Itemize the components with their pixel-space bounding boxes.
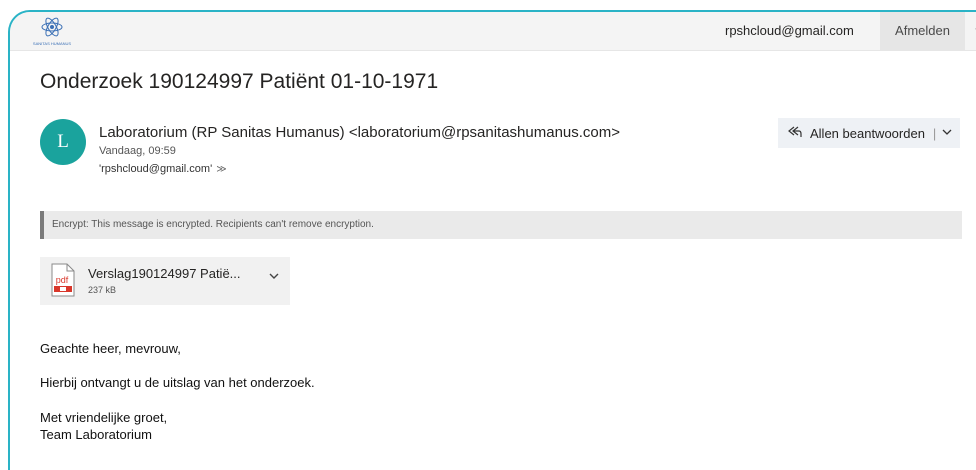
encryption-notice: Encrypt: This message is encrypted. Reci… (40, 211, 962, 239)
sender-avatar: L (40, 119, 86, 165)
body-line: Hierbij ontvangt u de uitslag van het on… (40, 375, 315, 390)
expand-recipients-icon[interactable]: ≫ (216, 164, 226, 175)
recipient-address[interactable]: 'rpshcloud@gmail.com' (99, 163, 212, 175)
chevron-down-icon[interactable] (942, 127, 952, 140)
button-separator: | (932, 125, 937, 141)
body-closing: Met vriendelijke groet, (40, 410, 168, 425)
svg-text:SANITAS HUMANUS: SANITAS HUMANUS (33, 41, 71, 46)
account-email: rpshcloud@gmail.com (725, 23, 854, 38)
message-subject: Onderzoek 190124997 Patiënt 01-10-1971 (40, 70, 439, 93)
chevron-down-icon[interactable] (268, 270, 280, 285)
top-bar: SANITAS HUMANUS rpshcloud@gmail.com Afme… (10, 12, 976, 51)
pdf-file-icon: pdf (50, 263, 76, 297)
recipients-line: 'rpshcloud@gmail.com' ≫ (99, 163, 227, 175)
body-signature: Team Laboratorium (40, 427, 152, 442)
reply-all-icon (788, 125, 802, 142)
attachment-size: 237 kB (88, 285, 117, 295)
signout-button[interactable]: Afmelden (880, 12, 965, 50)
sanitas-humanus-logo: SANITAS HUMANUS (32, 14, 72, 48)
sender-name[interactable]: Laboratorium (RP Sanitas Humanus) <labor… (99, 124, 620, 141)
svg-text:pdf: pdf (56, 275, 69, 285)
reply-all-button[interactable]: Allen beantwoorden | (778, 118, 960, 148)
reply-all-label: Allen beantwoorden (810, 125, 925, 141)
message-date: Vandaag, 09:59 (99, 145, 176, 157)
attachment-name: Verslag190124997 Patië... (88, 266, 241, 281)
attachment-card[interactable]: pdf Verslag190124997 Patië... 237 kB (40, 257, 290, 305)
body-greeting: Geachte heer, mevrouw, (40, 341, 181, 356)
